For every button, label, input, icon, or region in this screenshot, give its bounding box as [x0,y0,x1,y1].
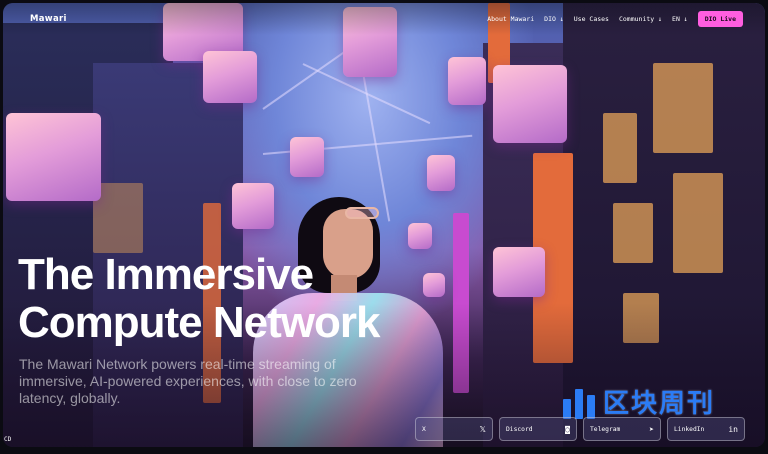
hero-title: The Immersive Compute Network [18,251,458,347]
floating-cube [493,65,567,143]
watermark-logo-icon [563,385,597,419]
floating-cube [427,155,455,191]
social-links: X 𝕏 Discord ◙ Telegram ➤ LinkedIn in [415,417,745,441]
social-telegram-label: Telegram [590,425,621,433]
watermark: 区块周刊 [563,383,715,420]
corner-control[interactable]: CD [4,436,11,443]
nav-about-mawari[interactable]: About Mawari [487,15,534,23]
floating-cube [203,51,257,103]
floating-cube [290,137,324,177]
social-discord-label: Discord [506,425,533,433]
social-telegram-button[interactable]: Telegram ➤ [583,417,661,441]
linkedin-icon: in [728,424,738,434]
social-linkedin-label: LinkedIn [674,425,705,433]
main-nav: About Mawari DIO ↓ Use Cases Community ↓… [487,11,743,27]
building-window [603,113,637,183]
nav-community-dropdown[interactable]: Community ↓ [619,15,662,23]
building-window [673,173,723,273]
floating-cube [448,57,486,105]
social-x-label: X [422,425,426,433]
mawari-logo[interactable]: Mawari [30,14,67,24]
dio-live-button[interactable]: DIO Live [697,11,743,27]
screen: Mawari About Mawari DIO ↓ Use Cases Comm… [0,0,768,454]
social-discord-button[interactable]: Discord ◙ [499,417,577,441]
browser-viewport: Mawari About Mawari DIO ↓ Use Cases Comm… [3,3,765,447]
nav-dio-dropdown[interactable]: DIO ↓ [544,15,564,23]
top-navbar: Mawari About Mawari DIO ↓ Use Cases Comm… [3,3,765,35]
building-window [653,63,713,153]
building-window [613,203,653,263]
floating-cube [493,247,545,297]
sunglasses [345,207,379,219]
x-icon: 𝕏 [479,424,486,434]
discord-icon: ◙ [565,424,570,434]
hero-subtitle: The Mawari Network powers real-time stre… [19,356,357,406]
telegram-icon: ➤ [649,424,654,434]
nav-use-cases[interactable]: Use Cases [574,15,609,23]
language-selector[interactable]: EN ↓ [672,15,688,23]
floating-cube [6,113,101,201]
social-linkedin-button[interactable]: LinkedIn in [667,417,745,441]
hero-title-line2: Compute Network [18,298,380,347]
watermark-text: 区块周刊 [603,389,716,419]
social-x-button[interactable]: X 𝕏 [415,417,493,441]
hero-title-line1: The Immersive [18,250,314,299]
